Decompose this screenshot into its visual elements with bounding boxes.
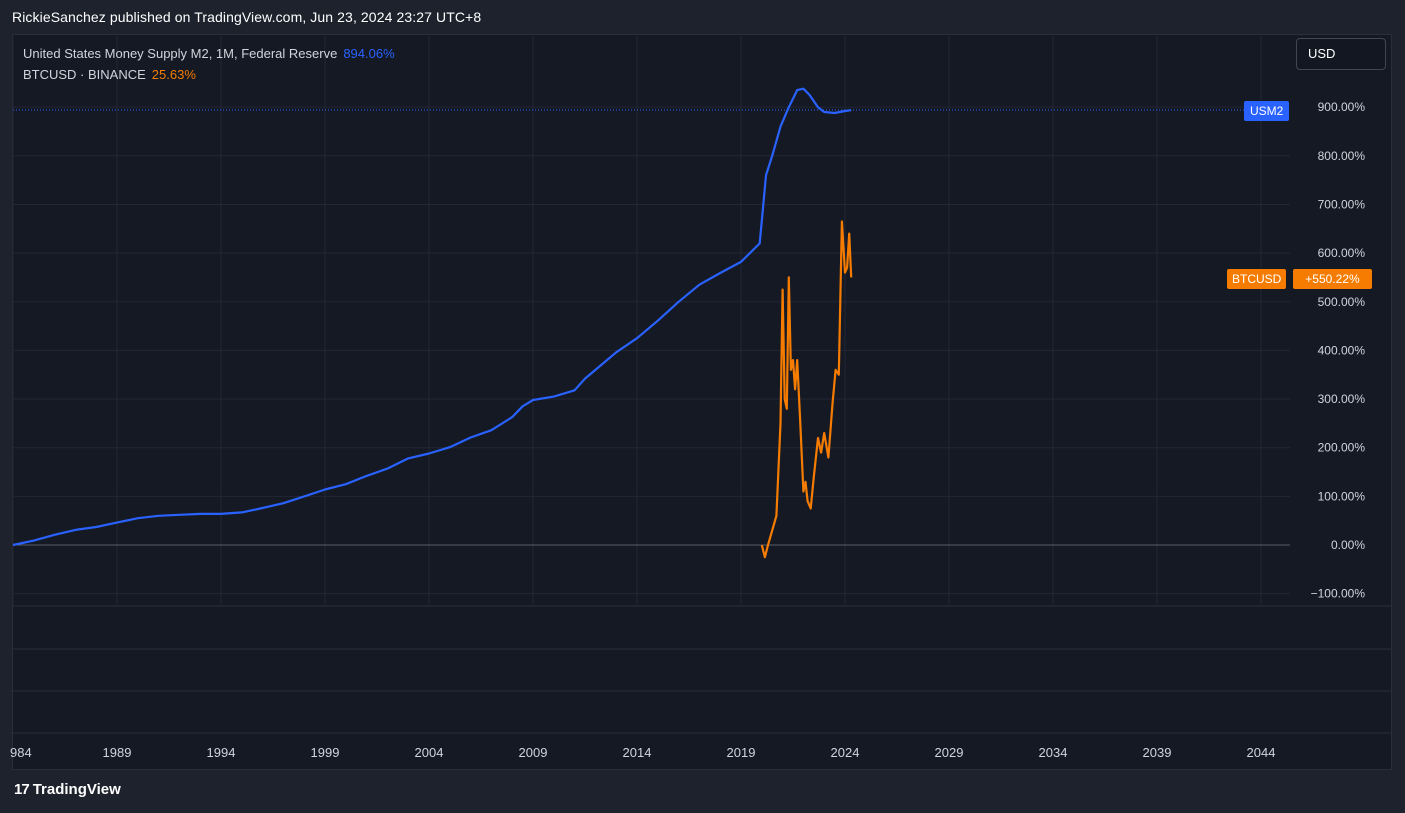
usm2-tag: USM2 [1244, 101, 1290, 121]
btcusd-tag: BTCUSD [1227, 269, 1287, 289]
chart-frame[interactable] [12, 34, 1392, 770]
published-header: RickieSanchez published on TradingView.c… [12, 9, 482, 25]
legend-btc[interactable]: BTCUSD · BINANCE 25.63% [23, 67, 196, 82]
legend-m2-label: United States Money Supply M2, 1M, Feder… [23, 46, 338, 61]
btc-value-tag: +550.22% [1293, 269, 1372, 289]
legend-m2-value: 894.06% [343, 46, 395, 61]
tradingview-logo[interactable]: 17 TradingView [14, 781, 121, 798]
currency-button[interactable]: USD [1296, 38, 1386, 70]
legend-btc-value: 25.63% [151, 67, 196, 82]
legend-m2[interactable]: United States Money Supply M2, 1M, Feder… [23, 46, 395, 61]
tradingview-logo-icon: 17 [14, 781, 30, 798]
legend-btc-label: BTCUSD · BINANCE [23, 67, 146, 82]
tradingview-brand: TradingView [32, 781, 121, 798]
